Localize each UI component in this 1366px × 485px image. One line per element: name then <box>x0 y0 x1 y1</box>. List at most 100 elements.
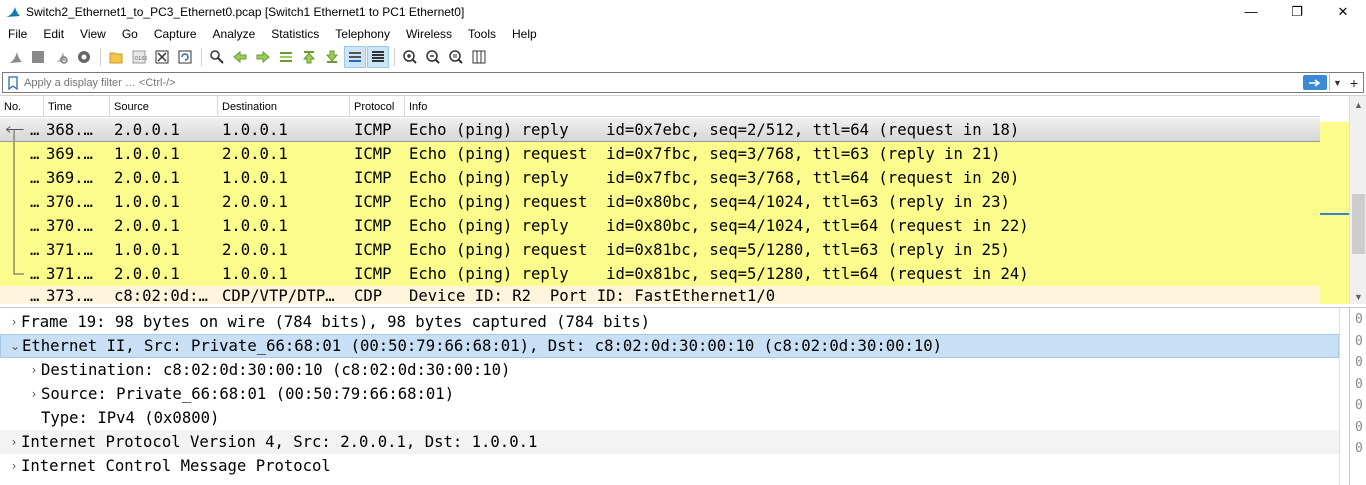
packet-row[interactable]: … 371.… 2.0.0.1 1.0.0.1 ICMP Echo (ping)… <box>0 262 1320 286</box>
column-header-no[interactable]: No. <box>0 96 44 117</box>
column-header-destination[interactable]: Destination <box>218 96 350 117</box>
details-tree: › Frame 19: 98 bytes on wire (784 bits),… <box>0 310 1339 478</box>
go-to-packet-icon[interactable] <box>275 46 297 68</box>
tree-item-ethernet[interactable]: ⌄ Ethernet II, Src: Private_66:68:01 (00… <box>0 334 1339 358</box>
details-scrollbar[interactable] <box>1339 308 1349 485</box>
tree-item-source[interactable]: › Source: Private_66:68:01 (00:50:79:66:… <box>0 382 1339 406</box>
menu-telephony[interactable]: Telephony <box>327 27 398 41</box>
colorize-icon[interactable] <box>367 46 389 68</box>
packet-bytes-pane: 0 0 0 0 0 0 0 <box>1349 308 1366 485</box>
toolbar-separator <box>394 48 395 66</box>
packet-row[interactable]: … 369.… 2.0.0.1 1.0.0.1 ICMP Echo (ping)… <box>0 166 1320 190</box>
cell-info: Echo (ping) request id=0x7fbc, seq=3/768… <box>409 145 1001 163</box>
save-file-icon[interactable]: 0101 <box>128 46 150 68</box>
resize-columns-icon[interactable] <box>468 46 490 68</box>
menu-file[interactable]: File <box>0 27 35 41</box>
column-header-protocol[interactable]: Protocol <box>350 96 405 117</box>
packet-list-scrollbar[interactable]: ▲ ▼ <box>1349 96 1366 304</box>
minimize-button[interactable]: — <box>1228 0 1274 23</box>
packet-row[interactable]: … 370.… 1.0.0.1 2.0.0.1 ICMP Echo (ping)… <box>0 190 1320 214</box>
add-filter-button-icon[interactable]: + <box>1345 74 1363 91</box>
chevron-right-icon[interactable]: › <box>7 315 21 329</box>
tree-item-ipv4[interactable]: › Internet Protocol Version 4, Src: 2.0.… <box>0 430 1339 454</box>
packet-row[interactable]: … 370.… 2.0.0.1 1.0.0.1 ICMP Echo (ping)… <box>0 214 1320 238</box>
capture-options-icon[interactable] <box>73 46 95 68</box>
chevron-right-icon[interactable]: › <box>27 363 41 377</box>
find-packet-icon[interactable] <box>206 46 228 68</box>
cell-time: 368.… <box>46 120 93 139</box>
cell-protocol: ICMP <box>354 145 392 163</box>
packet-row[interactable]: … 373.… c8:02:0d:… CDP/VTP/DTP… CDP Devi… <box>0 286 1320 304</box>
chevron-down-icon[interactable]: ▼ <box>1329 74 1345 91</box>
cell-protocol: ICMP <box>354 265 392 283</box>
packet-row[interactable]: … 368.… 2.0.0.1 1.0.0.1 ICMP Echo (ping)… <box>0 118 1320 142</box>
column-header-source[interactable]: Source <box>110 96 218 117</box>
zoom-in-icon[interactable] <box>399 46 421 68</box>
reload-file-icon[interactable] <box>174 46 196 68</box>
tree-item-type[interactable]: Type: IPv4 (0x0800) <box>0 406 1339 430</box>
menu-analyze[interactable]: Analyze <box>205 27 264 41</box>
menu-capture[interactable]: Capture <box>146 27 205 41</box>
column-header-time[interactable]: Time <box>44 96 110 117</box>
cell-destination: 2.0.0.1 <box>222 145 288 163</box>
menu-tools[interactable]: Tools <box>460 27 504 41</box>
tree-item-frame[interactable]: › Frame 19: 98 bytes on wire (784 bits),… <box>0 310 1339 334</box>
window-title: Switch2_Ethernet1_to_PC3_Ethernet0.pcap … <box>26 4 465 19</box>
start-capture-icon[interactable] <box>4 46 26 68</box>
close-file-icon[interactable] <box>151 46 173 68</box>
cell-destination: 1.0.0.1 <box>222 120 288 139</box>
packet-row[interactable]: … 369.… 1.0.0.1 2.0.0.1 ICMP Echo (ping)… <box>0 142 1320 166</box>
cell-source: 1.0.0.1 <box>114 145 180 163</box>
cell-source: 2.0.0.1 <box>114 265 180 283</box>
related-packet-line-icon <box>13 214 15 238</box>
cell-destination: CDP/VTP/DTP… <box>222 287 335 304</box>
cell-time: 371.… <box>46 241 93 259</box>
bookmark-icon[interactable] <box>6 75 20 90</box>
chevron-right-icon[interactable]: › <box>7 435 21 449</box>
main-toolbar: 0101 <box>0 44 1366 70</box>
cell-protocol: CDP <box>354 287 383 304</box>
menu-edit[interactable]: Edit <box>35 27 72 41</box>
apply-filter-icon[interactable] <box>1303 75 1327 90</box>
menu-go[interactable]: Go <box>114 27 146 41</box>
packet-minimap[interactable] <box>1320 96 1349 304</box>
restart-capture-icon[interactable] <box>50 46 72 68</box>
zoom-normal-icon[interactable] <box>445 46 467 68</box>
tree-item-icmp[interactable]: › Internet Control Message Protocol <box>0 454 1339 478</box>
chevron-right-icon[interactable]: › <box>7 459 21 473</box>
cell-time: 370.… <box>46 193 93 211</box>
menu-help[interactable]: Help <box>504 27 545 41</box>
autoscroll-icon[interactable] <box>344 46 366 68</box>
cell-info: Echo (ping) request id=0x81bc, seq=5/128… <box>409 241 1010 259</box>
column-header-info[interactable]: Info <box>405 96 1349 117</box>
chevron-down-icon[interactable]: ⌄ <box>8 339 22 353</box>
go-back-icon[interactable] <box>229 46 251 68</box>
scroll-up-icon[interactable]: ▲ <box>1350 96 1366 113</box>
scroll-down-icon[interactable]: ▼ <box>1350 288 1366 304</box>
scrollbar-thumb[interactable] <box>1352 194 1365 254</box>
last-packet-icon[interactable] <box>321 46 343 68</box>
stop-capture-icon[interactable] <box>27 46 49 68</box>
svg-text:0101: 0101 <box>135 56 147 62</box>
maximize-button[interactable]: ❐ <box>1274 0 1320 23</box>
menu-wireless[interactable]: Wireless <box>398 27 460 41</box>
menu-statistics[interactable]: Statistics <box>263 27 327 41</box>
cell-time: 373.… <box>46 287 93 304</box>
open-file-icon[interactable] <box>105 46 127 68</box>
close-button[interactable]: ✕ <box>1320 0 1366 23</box>
go-forward-icon[interactable] <box>252 46 274 68</box>
chevron-right-icon[interactable]: › <box>27 387 41 401</box>
zoom-out-icon[interactable] <box>422 46 444 68</box>
packet-details: › Frame 19: 98 bytes on wire (784 bits),… <box>0 307 1366 485</box>
packet-row[interactable]: … 371.… 1.0.0.1 2.0.0.1 ICMP Echo (ping)… <box>0 238 1320 262</box>
cell-source: 1.0.0.1 <box>114 193 180 211</box>
first-packet-icon[interactable] <box>298 46 320 68</box>
tree-item-destination[interactable]: › Destination: c8:02:0d:30:00:10 (c8:02:… <box>0 358 1339 382</box>
menu-bar: File Edit View Go Capture Analyze Statis… <box>0 23 1366 44</box>
related-packet-line-icon <box>13 238 15 262</box>
cell-time: 370.… <box>46 217 93 235</box>
display-filter-input[interactable] <box>24 74 1303 91</box>
related-packet-line-icon <box>13 190 15 214</box>
packet-list-header: No. Time Source Destination Protocol Inf… <box>0 96 1349 117</box>
menu-view[interactable]: View <box>72 27 114 41</box>
